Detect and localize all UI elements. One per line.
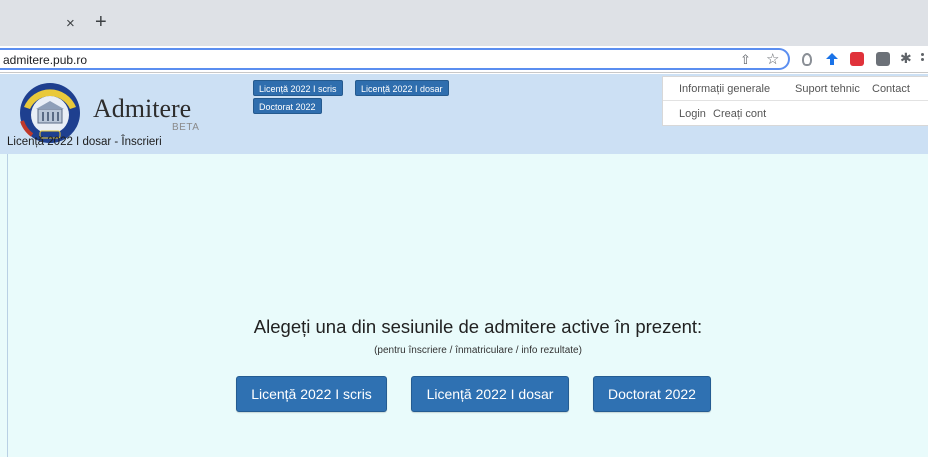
browser-menu-icon[interactable] [921,53,925,67]
address-bar: admitere.pub.ro ⇧ ☆ [0,46,928,73]
nav-row-account: Login Creați cont [663,102,928,126]
nav-link-informatii-generale[interactable]: Informații generale [679,83,770,95]
nav-link-contact[interactable]: Contact [872,83,910,95]
url-field[interactable]: admitere.pub.ro ⇧ ☆ [0,48,790,70]
beta-label: BETA [172,122,200,133]
session-prompt-heading: Alegeți una din sesiunile de admitere ac… [253,316,703,337]
licenta-dosar-button[interactable]: Licență 2022 I dosar [411,376,569,412]
bookmark-star-icon[interactable]: ☆ [766,50,779,68]
session-prompt-subtitle: (pentru înscriere / înmatriculare / info… [374,345,582,356]
grey-extension-icon[interactable] [876,52,890,66]
nav-link-creati-cont[interactable]: Creați cont [713,108,766,120]
site-header: Admitere BETA Licență 2022 I dosar - Îns… [0,74,928,154]
brand-title[interactable]: Admitere [93,94,191,124]
nav-row-info: Informații generale Suport tehnic Contac… [663,77,928,101]
arrow-extension-icon[interactable] [825,52,839,66]
top-nav-panel: Informații generale Suport tehnic Contac… [662,76,928,126]
shield-extension-icon[interactable] [802,53,812,66]
tab-close-icon[interactable]: × [66,16,75,32]
share-icon[interactable]: ⇧ [740,52,751,68]
nav-link-suport-tehnic[interactable]: Suport tehnic [795,83,860,95]
session-pill-doctorat[interactable]: Doctorat 2022 [253,98,322,114]
left-divider [7,154,8,457]
licenta-scris-button[interactable]: Licență 2022 I scris [236,376,387,412]
page: Admitere BETA Licență 2022 I dosar - Îns… [0,74,928,457]
session-pill-licenta-scris[interactable]: Licență 2022 I scris [253,80,343,96]
session-pill-licenta-dosar[interactable]: Licență 2022 I dosar [355,80,449,96]
browser-tab-strip: × + [0,0,928,46]
red-extension-icon[interactable] [850,52,864,66]
doctorat-button[interactable]: Doctorat 2022 [593,376,711,412]
url-text[interactable]: admitere.pub.ro [3,53,87,67]
new-tab-icon[interactable]: + [95,12,107,32]
breadcrumb: Licență 2022 I dosar - Înscrieri [7,136,162,148]
extensions-puzzle-icon[interactable]: ✱ [900,50,912,67]
nav-link-login[interactable]: Login [679,108,706,120]
